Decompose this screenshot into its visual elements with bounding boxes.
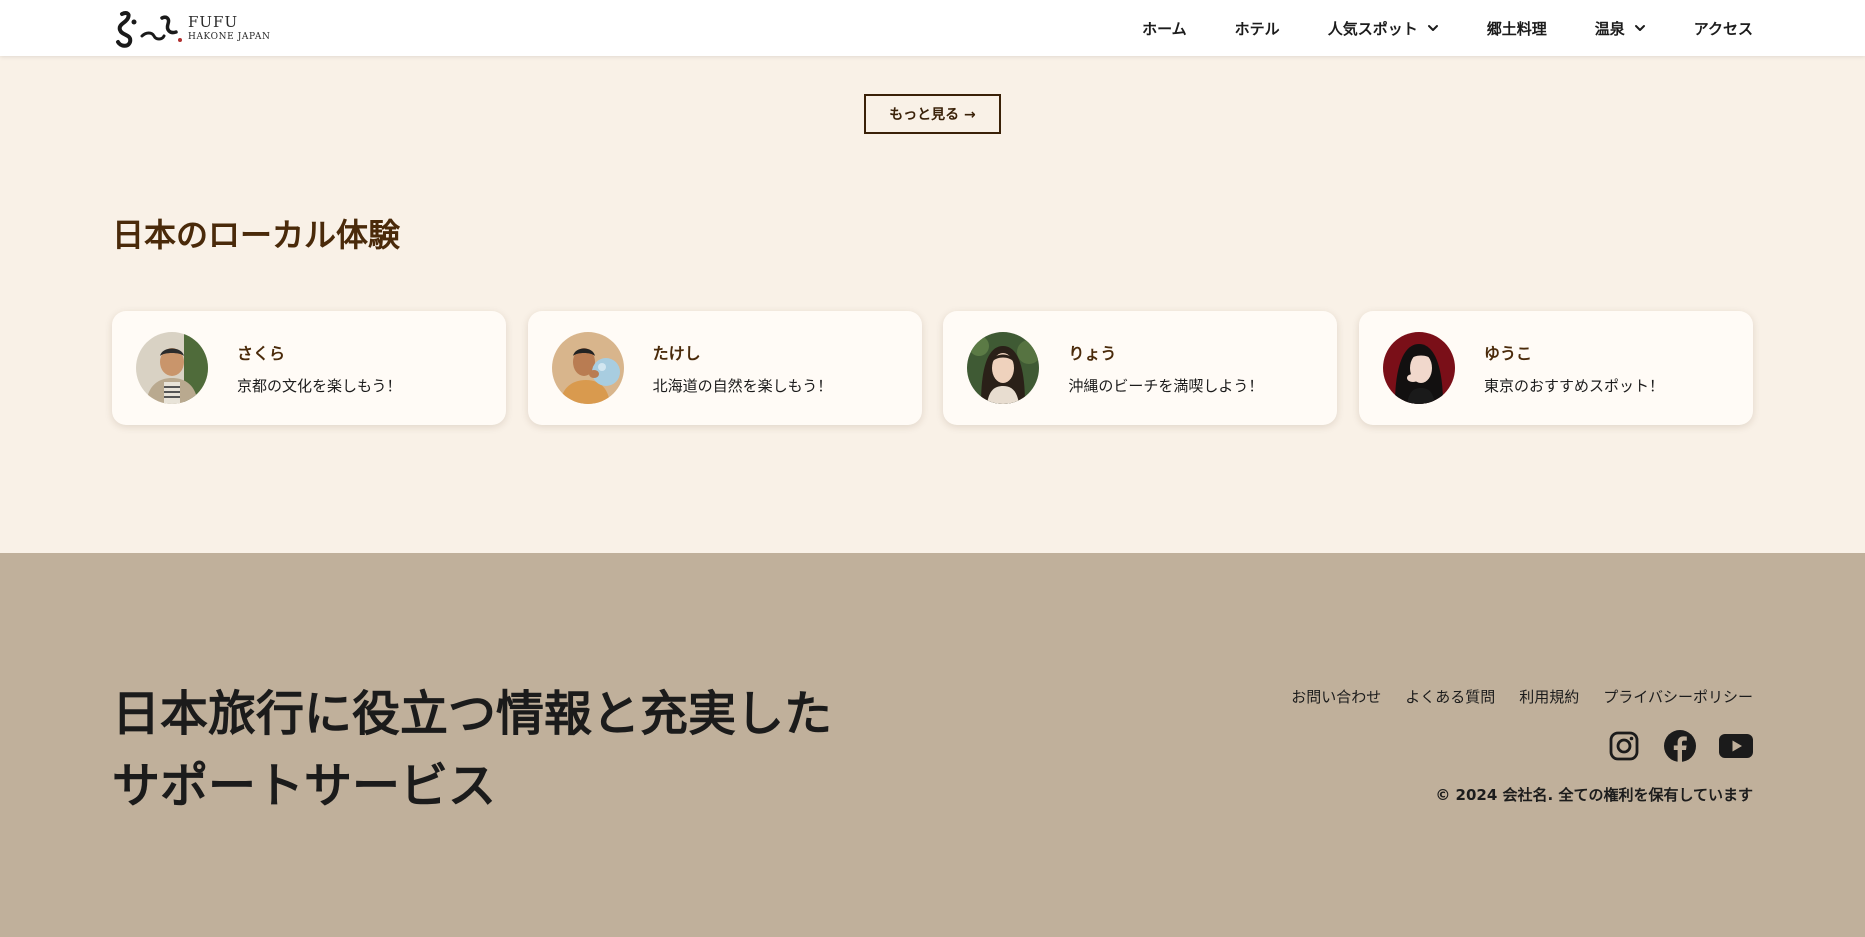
guide-name: さくら — [237, 344, 286, 363]
nav-label: 人気スポット — [1327, 19, 1418, 38]
footer-link-faq[interactable]: よくある質問 — [1405, 686, 1495, 707]
footer-link-terms[interactable]: 利用規約 — [1519, 686, 1579, 707]
footer-links: お問い合わせ よくある質問 利用規約 プライバシーポリシー — [1291, 686, 1753, 707]
footer-tagline-line1: 日本旅行に役立つ情報と充実した — [112, 686, 833, 742]
footer-link-contact[interactable]: お問い合わせ — [1291, 686, 1381, 707]
chevron-down-icon — [1427, 25, 1438, 31]
nav-item-onsen[interactable]: 温泉 — [1595, 18, 1646, 39]
site-header: FUFU HAKONE JAPAN ホーム ホテル 人気スポット 郷土料理 温泉… — [0, 0, 1865, 56]
footer-tagline-line2: サポートサービス — [112, 758, 497, 814]
guide-description: 沖縄のビーチを満喫しよう！ — [1068, 377, 1264, 395]
instagram-icon[interactable] — [1607, 729, 1641, 763]
youtube-icon[interactable] — [1719, 729, 1753, 763]
footer-tagline: 日本旅行に役立つ情報と充実した サポートサービス — [112, 678, 832, 822]
logo-subtitle: HAKONE JAPAN — [188, 31, 271, 42]
nav-item-access[interactable]: アクセス — [1694, 18, 1753, 39]
nav-item-local-food[interactable]: 郷土料理 — [1487, 18, 1547, 39]
guide-description: 京都の文化を楽しもう！ — [237, 377, 402, 395]
copyright: © 2024 会社名. 全ての権利を保有しています — [1435, 786, 1753, 804]
nav-item-hotel[interactable]: ホテル — [1235, 18, 1280, 39]
guide-card[interactable]: りょう 沖縄のビーチを満喫しよう！ — [943, 311, 1338, 425]
woman-red-background-photo — [1382, 332, 1455, 404]
chevron-down-icon — [1634, 25, 1645, 31]
guide-description: 東京のおすすめスポット！ — [1483, 377, 1664, 395]
section-title: 日本のローカル体験 — [112, 216, 401, 254]
facebook-icon[interactable] — [1663, 729, 1697, 763]
avatar — [967, 332, 1040, 404]
avatar — [551, 332, 624, 404]
guide-name: りょう — [1068, 344, 1117, 363]
nav-label: 郷土料理 — [1486, 19, 1547, 38]
nav-item-popular-spots[interactable]: 人気スポット — [1328, 18, 1439, 39]
logo[interactable]: FUFU HAKONE JAPAN — [112, 6, 270, 50]
nav-item-home[interactable]: ホーム — [1142, 18, 1187, 39]
avatar — [1382, 332, 1455, 404]
guide-card[interactable]: さくら 京都の文化を楽しもう！ — [112, 311, 506, 425]
logo-name: FUFU — [188, 12, 239, 31]
guide-card[interactable]: ゆうこ 東京のおすすめスポット！ — [1358, 311, 1753, 425]
nav-label: ホーム — [1142, 19, 1187, 38]
guide-name: ゆうこ — [1483, 344, 1532, 363]
man-striped-shirt-photo — [136, 332, 208, 404]
local-experience-cards: さくら 京都の文化を楽しもう！ たけし 北海道の自然を楽しもう！ りょう 沖縄の… — [112, 311, 1753, 425]
guide-card[interactable]: たけし 北海道の自然を楽しもう！ — [527, 311, 922, 425]
nav-label: ホテル — [1234, 19, 1280, 38]
main-nav: ホーム ホテル 人気スポット 郷土料理 温泉 アクセス — [1142, 0, 1753, 56]
footer-link-privacy[interactable]: プライバシーポリシー — [1603, 686, 1753, 707]
guide-description: 北海道の自然を楽しもう！ — [652, 377, 833, 395]
man-balloon-photo — [551, 332, 624, 404]
logo-calligraphy-mark — [116, 11, 182, 48]
avatar — [136, 332, 208, 404]
nav-label: アクセス — [1693, 19, 1753, 38]
social-links — [1607, 729, 1753, 763]
more-button[interactable]: もっと見る → — [864, 94, 1001, 134]
nav-label: 温泉 — [1594, 19, 1625, 38]
site-footer: 日本旅行に役立つ情報と充実した サポートサービス お問い合わせ よくある質問 利… — [0, 553, 1865, 937]
guide-name: たけし — [652, 344, 701, 363]
woman-greenery-photo — [967, 332, 1040, 404]
